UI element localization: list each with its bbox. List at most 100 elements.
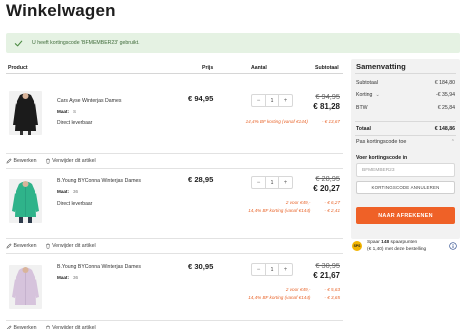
discount-code-toggle[interactable]: Pas kortingscode toe ⌃ (356, 139, 455, 145)
trash-icon (45, 243, 50, 249)
discount-value: -€ 35,94 (435, 92, 455, 98)
header-product: Product (8, 64, 28, 71)
remove-link[interactable]: Verwijder dit artikel (45, 325, 96, 329)
original-subtotal: € 28,95 (315, 174, 340, 183)
points-badge-icon: SPS (352, 241, 362, 251)
total-value: € 148,86 (434, 126, 455, 132)
decrease-button[interactable]: − (252, 264, 265, 275)
product-name[interactable]: Cars Ayse Winterjas Dames (57, 98, 121, 104)
checkmark-icon (14, 40, 23, 46)
divider (355, 121, 456, 122)
product-size: Maat: 36 (57, 275, 78, 280)
summary-title: Samenvatting (356, 62, 406, 71)
header-quantity: Aantal (251, 64, 267, 71)
size-label: Maat: (57, 189, 69, 194)
chevron-down-icon[interactable]: ⌄ (375, 92, 379, 98)
discount-code-input[interactable]: BFMEMBER23 (356, 163, 455, 177)
remove-label: Verwijder dit artikel (52, 325, 96, 329)
increase-button[interactable]: + (279, 264, 292, 275)
divider (355, 73, 456, 74)
decrease-button[interactable]: − (252, 95, 265, 106)
size-label: Maat: (57, 109, 69, 114)
increase-button[interactable]: + (279, 177, 292, 188)
points-text: Spaar 148 spaarpunten (€ 1,40) met deze … (367, 240, 426, 253)
discount-row[interactable]: Korting ⌄ -€ 35,94 (356, 92, 455, 98)
size-value: S (73, 109, 77, 114)
discounted-subtotal: € 20,27 (313, 184, 340, 193)
increase-button[interactable]: + (279, 95, 292, 106)
unit-price: € 30,95 (188, 262, 214, 271)
quantity-stepper: − 1 + (251, 94, 293, 107)
product-image[interactable] (9, 91, 42, 135)
vat-value: € 25,84 (437, 105, 455, 111)
product-image[interactable] (9, 265, 42, 309)
subtotal-value: € 184,80 (434, 80, 455, 86)
points-prefix: Spaar (367, 240, 380, 245)
cart-item: B.Young BYConna Winterjas Dames Maat: 36 … (6, 168, 343, 239)
alert-message: U heeft kortingscode 'BFMEMBER23' gebrui… (32, 40, 140, 46)
total-label: Totaal (356, 126, 371, 132)
edit-label: Bewerken (13, 325, 37, 329)
quantity-value[interactable]: 1 (265, 95, 279, 106)
item-actions: Bewerken Verwijder dit artikel (6, 239, 343, 253)
product-name[interactable]: B.Young BYConna Winterjas Dames (57, 178, 141, 184)
points-unit: spaarpunten (390, 240, 418, 245)
discount-line: 14,4% BF korting (vanaf €144) - € 3,65 (248, 295, 340, 300)
info-icon[interactable] (449, 242, 457, 250)
edit-link[interactable]: Bewerken (6, 325, 37, 329)
pencil-icon (6, 325, 12, 329)
discount-amount: - € 6,27 (324, 200, 340, 205)
trash-icon (45, 325, 50, 329)
discount-label: 14,4% BF korting (vanaf €144) (245, 119, 308, 124)
divider (355, 135, 456, 136)
discount-label: Korting (356, 92, 373, 98)
original-subtotal: € 94,95 (315, 92, 340, 101)
points-count: 148 (381, 240, 390, 245)
discount-amount: - € 2,41 (324, 208, 340, 213)
discounted-subtotal: € 81,28 (313, 102, 340, 111)
cart-table: Product Prijs Aantal Subtotaal Cars Ayse… (6, 62, 343, 329)
vat-label: BTW (356, 105, 368, 111)
quantity-value[interactable]: 1 (265, 264, 279, 275)
stock-status: Direct leverbaar (57, 120, 93, 126)
subtotal-label: Subtotaal (356, 80, 378, 86)
checkout-button[interactable]: NAAR AFREKENEN (356, 207, 455, 224)
product-size: Maat: S (57, 109, 76, 114)
edit-link[interactable]: Bewerken (6, 158, 37, 164)
remove-link[interactable]: Verwijder dit artikel (45, 158, 96, 164)
edit-label: Bewerken (13, 243, 37, 249)
remove-label: Verwijder dit artikel (52, 158, 96, 164)
unit-price: € 94,95 (188, 94, 214, 103)
discount-amount: - € 13,67 (321, 119, 340, 124)
quantity-value[interactable]: 1 (265, 177, 279, 188)
total-row: Totaal € 148,86 (356, 126, 455, 132)
cart-item: B.Young BYConna Winterjas Dames Maat: 36 … (6, 253, 343, 321)
discount-amount: - € 5,63 (324, 287, 340, 292)
pencil-icon (6, 243, 12, 249)
code-heading: Voer kortingscode in (356, 155, 408, 161)
decrease-button[interactable]: − (252, 177, 265, 188)
size-label: Maat: (57, 275, 69, 280)
size-value: 36 (73, 275, 79, 280)
original-subtotal: € 30,95 (315, 261, 340, 270)
subtotal-row: Subtotaal € 184,80 (356, 80, 455, 86)
product-image[interactable] (9, 179, 42, 223)
vat-row: BTW € 25,84 (356, 105, 455, 111)
quantity-stepper: − 1 + (251, 263, 293, 276)
header-subtotal: Subtotaal (315, 64, 339, 71)
cancel-code-button[interactable]: KORTINGSCODE ANNULEREN (356, 181, 455, 194)
product-name[interactable]: B.Young BYConna Winterjas Dames (57, 264, 141, 270)
page-title: Winkelwagen (6, 1, 116, 20)
cart-item: Cars Ayse Winterjas Dames Maat: S Direct … (6, 74, 343, 154)
chevron-up-icon[interactable]: ⌃ (451, 139, 455, 145)
edit-link[interactable]: Bewerken (6, 243, 37, 249)
header-price: Prijs (202, 64, 214, 71)
item-actions: Bewerken Verwijder dit artikel (6, 321, 343, 329)
discount-label: 14,4% BF korting (vanaf €144) (248, 208, 311, 213)
size-value: 36 (73, 189, 79, 194)
discount-label: 2 voor €49,- (285, 200, 311, 205)
apply-code-label: Pas kortingscode toe (356, 139, 407, 145)
remove-link[interactable]: Verwijder dit artikel (45, 243, 96, 249)
discounted-subtotal: € 21,67 (313, 271, 340, 280)
remove-label: Verwijder dit artikel (52, 243, 96, 249)
